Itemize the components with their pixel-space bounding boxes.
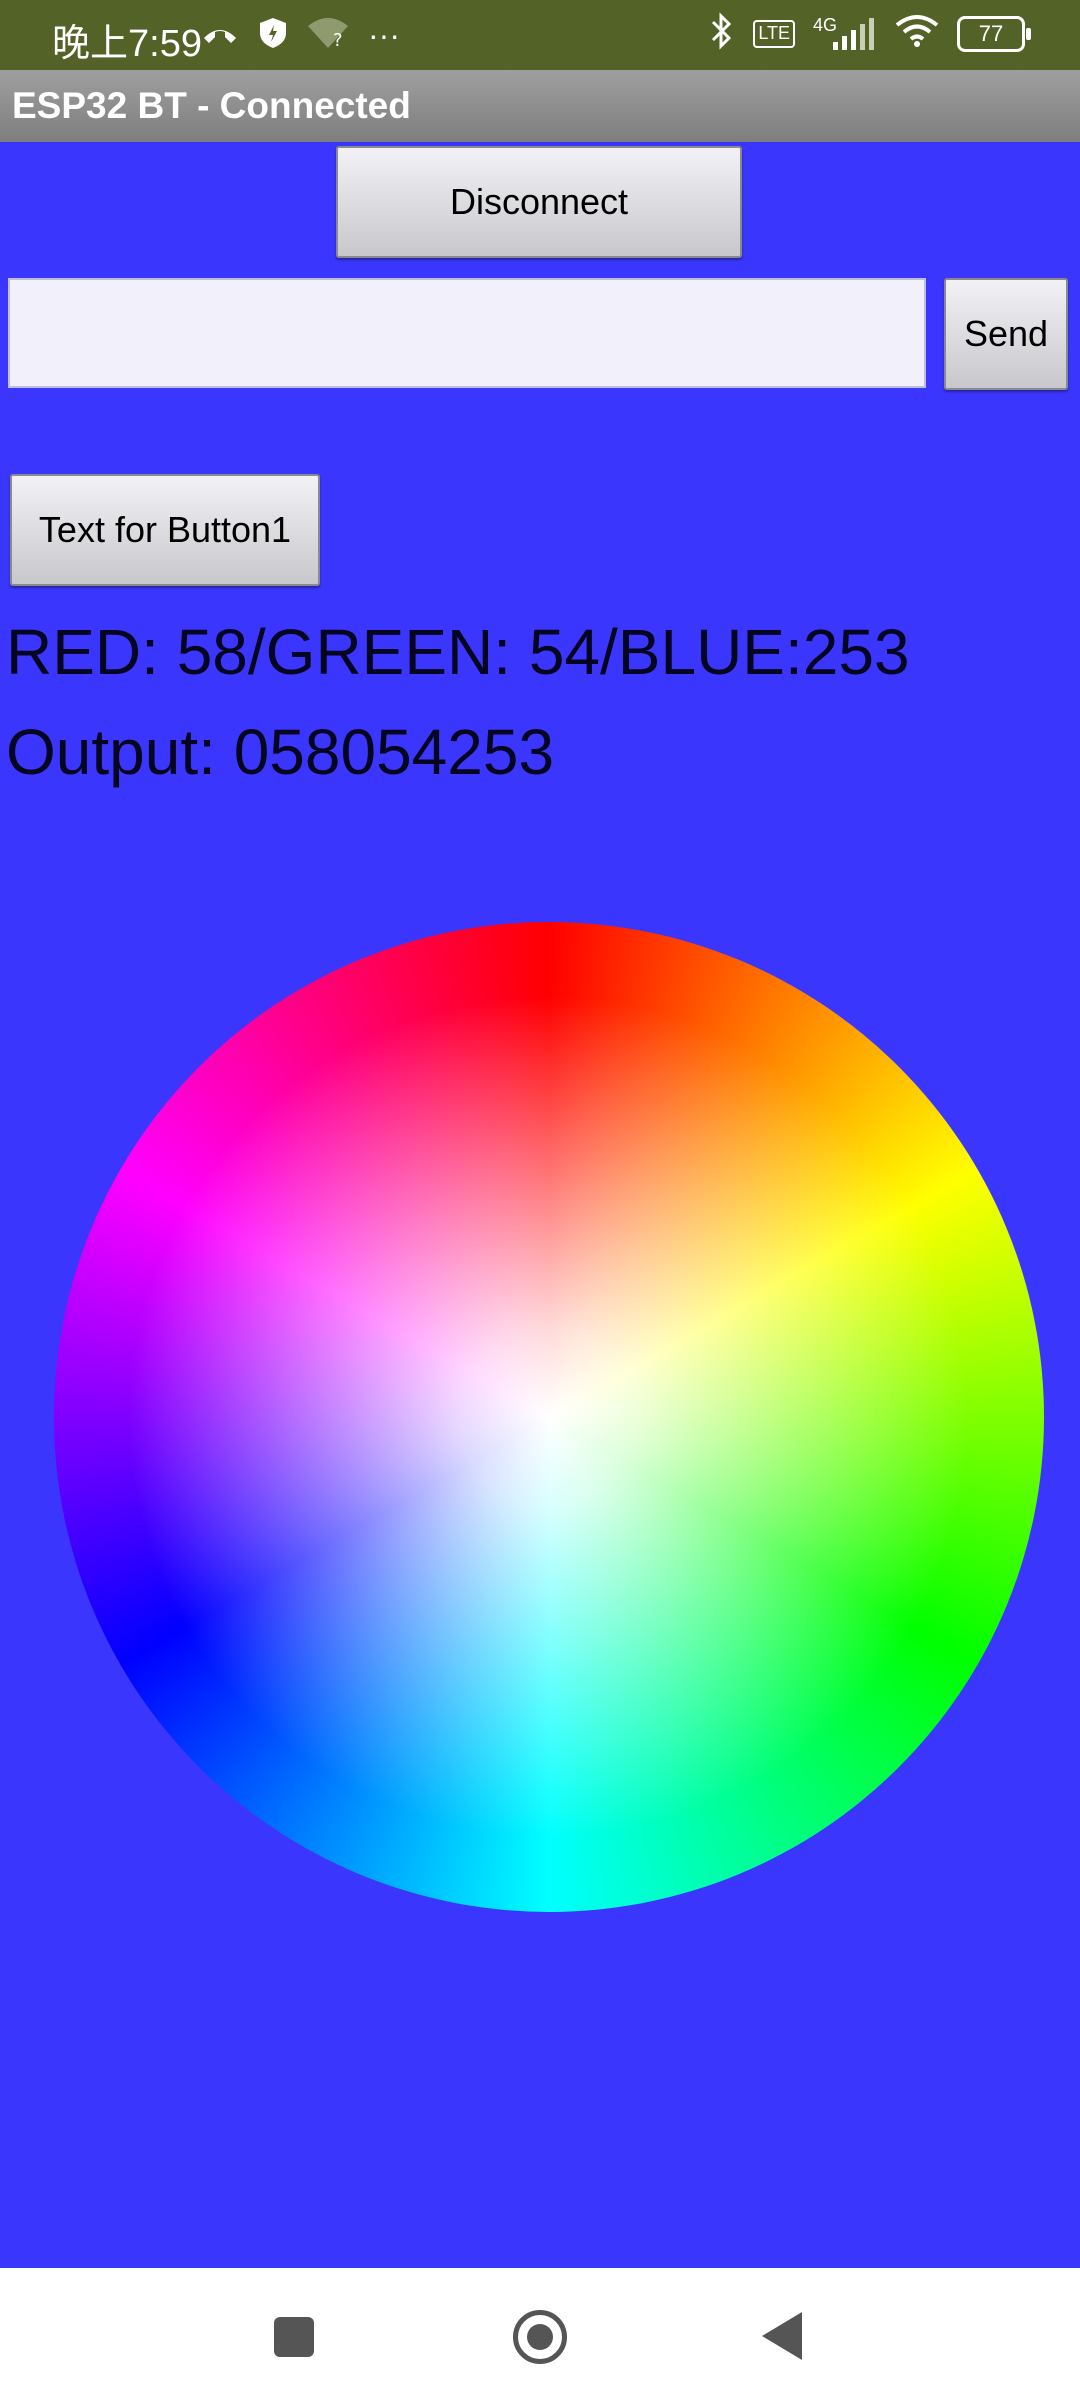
- navigation-bar: [0, 2268, 1080, 2400]
- wifi-icon: [895, 14, 939, 53]
- button1[interactable]: Text for Button1: [10, 474, 320, 586]
- wifi-unknown-icon: ?: [306, 16, 350, 55]
- recent-apps-icon[interactable]: [274, 2317, 314, 2357]
- shield-icon: [258, 16, 288, 55]
- missed-call-icon: [200, 18, 240, 53]
- status-time: 晚上7:59: [52, 23, 202, 65]
- color-wheel-picker[interactable]: [54, 922, 1044, 1912]
- status-right-icons: LTE 4G 77: [709, 12, 1031, 55]
- disconnect-button[interactable]: Disconnect: [336, 146, 742, 258]
- back-icon[interactable]: [762, 2312, 802, 2360]
- more-notifications-icon: ···: [368, 17, 400, 53]
- output-readout: Output: 058054253: [6, 716, 555, 788]
- status-bar: 晚上7:59 ? ··· LTE 4G 77: [0, 0, 1080, 70]
- battery-icon: 77: [957, 15, 1031, 52]
- app-title-bar: ESP32 BT - Connected: [0, 70, 1080, 142]
- message-input[interactable]: [8, 278, 926, 388]
- status-left-icons: ? ···: [200, 16, 400, 55]
- rgb-readout: RED: 58/GREEN: 54/BLUE:253: [6, 616, 910, 688]
- send-button[interactable]: Send: [944, 278, 1068, 390]
- app-title: ESP32 BT - Connected: [12, 85, 411, 126]
- home-icon[interactable]: [513, 2310, 567, 2364]
- bluetooth-icon: [709, 12, 735, 55]
- signal-icon: 4G: [813, 16, 877, 52]
- volte-icon: LTE: [753, 19, 795, 48]
- svg-text:?: ?: [333, 30, 343, 50]
